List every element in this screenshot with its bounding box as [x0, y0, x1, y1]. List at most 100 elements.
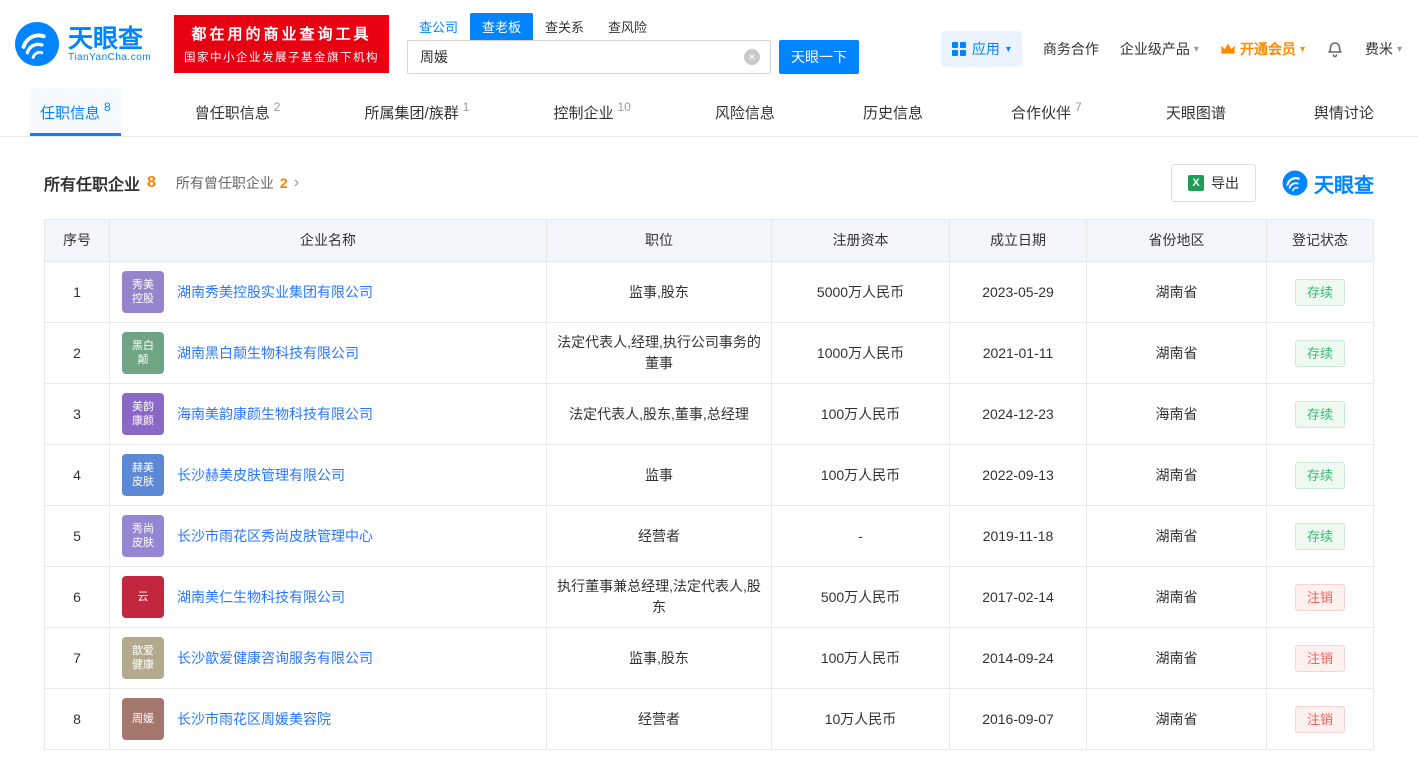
top-bar: 天眼查 TianYanCha.com 都在用的商业查询工具 国家中小企业发展子基… [0, 0, 1418, 88]
region-cell: 湖南省 [1087, 628, 1267, 689]
tab-label: 舆情讨论 [1313, 104, 1374, 122]
company-logo-text: 黑白颠 [132, 340, 154, 366]
company-link[interactable]: 长沙市雨花区周媛美容院 [177, 709, 331, 730]
bell-icon [1328, 42, 1342, 58]
company-link[interactable]: 长沙歆爱健康咨询服务有限公司 [177, 648, 373, 669]
export-label: 导出 [1211, 175, 1239, 191]
status-cell: 注销 [1267, 628, 1374, 689]
apps-label: 应用 [971, 41, 1000, 57]
row-index: 6 [45, 567, 110, 628]
company-logo-text: 歆爱健康 [132, 645, 154, 671]
position-cell: 经营者 [547, 506, 772, 567]
company-link[interactable]: 长沙市雨花区秀尚皮肤管理中心 [177, 526, 373, 547]
tab-controlled-companies[interactable]: 控制企业 10 [543, 88, 640, 136]
business-cooperation-link[interactable]: 商务合作 [1043, 39, 1099, 59]
table-row: 8 周媛 长沙市雨花区周媛美容院 经营者 10万人民币 2016-09-07 湖… [45, 689, 1374, 750]
col-header-region: 省份地区 [1087, 220, 1267, 262]
tab-sentiment[interactable]: 舆情讨论 [1304, 88, 1388, 136]
status-cell: 存续 [1267, 323, 1374, 384]
export-button[interactable]: X 导出 [1171, 164, 1256, 202]
company-link[interactable]: 湖南美仁生物科技有限公司 [177, 587, 345, 608]
col-header-index: 序号 [45, 220, 110, 262]
capital-cell: 500万人民币 [772, 567, 950, 628]
search-input[interactable] [418, 47, 744, 66]
col-header-status: 登记状态 [1267, 220, 1374, 262]
row-index: 1 [45, 262, 110, 323]
tab-graph[interactable]: 天眼图谱 [1156, 88, 1240, 136]
former-companies-link[interactable]: 所有曾任职企业 2 › [176, 173, 299, 193]
username-label: 费米 [1364, 41, 1393, 57]
region-cell: 湖南省 [1087, 262, 1267, 323]
search-tabs: 查公司 查老板 查关系 查风险 [407, 12, 859, 40]
tab-risk-info[interactable]: 风险信息 [705, 88, 789, 136]
table-header-row: 序号 企业名称 职位 注册资本 成立日期 省份地区 登记状态 [45, 220, 1374, 262]
tab-count: 10 [617, 100, 631, 114]
col-header-date: 成立日期 [950, 220, 1087, 262]
user-menu[interactable]: 费米 ▾ [1365, 39, 1402, 59]
tab-former-positions[interactable]: 曾任职信息 2 [185, 88, 291, 136]
region-cell: 湖南省 [1087, 445, 1267, 506]
tianyancha-page: 天眼查 TianYanCha.com 都在用的商业查询工具 国家中小企业发展子基… [0, 0, 1418, 768]
position-cell: 法定代表人,经理,执行公司事务的董事 [547, 323, 772, 384]
position-cell: 经营者 [547, 689, 772, 750]
tab-label: 所属集团/族群 [364, 104, 459, 122]
table-row: 3 美韵康颜 海南美韵康颜生物科技有限公司 法定代表人,股东,董事,总经理 10… [45, 384, 1374, 445]
status-badge: 注销 [1294, 705, 1345, 733]
enterprise-products-label: 企业级产品 [1119, 41, 1190, 57]
col-header-position: 职位 [547, 220, 772, 262]
status-cell: 存续 [1267, 384, 1374, 445]
company-logo: 赫美皮肤 [122, 454, 164, 496]
apps-grid-icon [951, 42, 966, 56]
col-header-company: 企业名称 [110, 220, 547, 262]
status-cell: 存续 [1267, 262, 1374, 323]
tab-count: 1 [462, 100, 470, 114]
row-index: 8 [45, 689, 110, 750]
apps-button[interactable]: 应用 ▾ [940, 31, 1022, 67]
clear-icon[interactable]: × [744, 48, 760, 65]
search-tab-risk[interactable]: 查风险 [596, 13, 659, 40]
tab-count: 2 [273, 100, 281, 114]
status-badge: 存续 [1294, 278, 1345, 306]
tab-positions[interactable]: 任职信息 8 [30, 88, 121, 136]
logo-subtitle: TianYanCha.com [68, 51, 152, 63]
region-cell: 湖南省 [1087, 567, 1267, 628]
tab-history-info[interactable]: 历史信息 [853, 88, 937, 136]
promo-banner-line2: 国家中小企业发展子基金旗下机构 [184, 52, 379, 64]
company-link[interactable]: 海南美韵康颜生物科技有限公司 [177, 404, 373, 425]
table-row: 4 赫美皮肤 长沙赫美皮肤管理有限公司 监事 100万人民币 2022-09-1… [45, 445, 1374, 506]
search-tab-relation[interactable]: 查关系 [533, 13, 596, 40]
top-right-nav: 应用 ▾ 商务合作 企业级产品 ▾ 开通会员 ▾ 费米 ▾ [940, 21, 1402, 67]
tab-label: 曾任职信息 [194, 104, 270, 122]
tianyancha-logo[interactable]: 天眼查 TianYanCha.com [14, 21, 166, 67]
tab-partners[interactable]: 合作伙伴 7 [1001, 88, 1092, 136]
former-companies-count: 2 [279, 175, 288, 191]
status-cell: 注销 [1267, 567, 1374, 628]
status-badge: 存续 [1294, 339, 1345, 367]
company-logo-text: 周媛 [132, 713, 154, 725]
status-cell: 注销 [1267, 689, 1374, 750]
status-cell: 存续 [1267, 506, 1374, 567]
status-badge: 存续 [1294, 522, 1345, 550]
date-cell: 2014-09-24 [950, 628, 1087, 689]
company-link[interactable]: 长沙赫美皮肤管理有限公司 [177, 465, 345, 486]
company-logo: 黑白颠 [122, 332, 164, 374]
date-cell: 2024-12-23 [950, 384, 1087, 445]
notifications-button[interactable] [1326, 40, 1344, 58]
table-row: 1 秀美控股 湖南秀美控股实业集团有限公司 监事,股东 5000万人民币 202… [45, 262, 1374, 323]
search-tab-boss[interactable]: 查老板 [470, 12, 534, 40]
row-index: 7 [45, 628, 110, 689]
enterprise-products-menu[interactable]: 企业级产品 ▾ [1120, 39, 1199, 59]
status-cell: 存续 [1267, 445, 1374, 506]
search-button[interactable]: 天眼一下 [779, 39, 859, 74]
search-tab-company[interactable]: 查公司 [407, 13, 470, 40]
company-link[interactable]: 湖南黑白颠生物科技有限公司 [177, 343, 359, 364]
position-cell: 监事 [547, 445, 772, 506]
tab-group-cluster[interactable]: 所属集团/族群 1 [355, 88, 480, 136]
tab-label: 历史信息 [862, 104, 923, 122]
vip-upgrade-menu[interactable]: 开通会员 ▾ [1220, 39, 1305, 59]
company-logo: 歆爱健康 [122, 637, 164, 679]
company-link[interactable]: 湖南秀美控股实业集团有限公司 [177, 282, 373, 303]
capital-cell: 100万人民币 [772, 384, 950, 445]
position-cell: 监事,股东 [547, 628, 772, 689]
vip-label: 开通会员 [1239, 41, 1296, 57]
